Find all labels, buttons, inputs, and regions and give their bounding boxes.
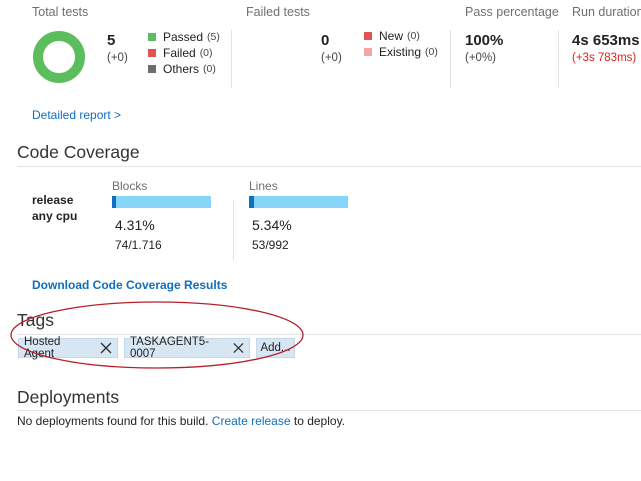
total-tests-legend: Passed (5) Failed (0) Others (0) bbox=[148, 29, 220, 77]
legend-new: New (0) bbox=[364, 28, 438, 44]
total-tests-donut bbox=[33, 31, 85, 83]
divider bbox=[558, 30, 559, 88]
highlight-ellipse bbox=[10, 301, 304, 369]
run-duration-value: 4s 653ms bbox=[572, 32, 640, 49]
code-coverage-title: Code Coverage bbox=[17, 142, 140, 162]
legend-others: Others (0) bbox=[148, 61, 220, 77]
blocks-percent: 4.31% bbox=[115, 217, 155, 233]
coverage-config-build: release bbox=[32, 193, 74, 207]
passed-swatch bbox=[148, 33, 156, 41]
failed-tests-delta: (+0) bbox=[321, 52, 342, 64]
blocks-ratio: 74/1.716 bbox=[115, 238, 162, 252]
passed-label: Passed bbox=[163, 30, 204, 44]
divider bbox=[450, 30, 451, 88]
coverage-config-platform: any cpu bbox=[32, 209, 78, 223]
legend-existing: Existing (0) bbox=[364, 44, 438, 60]
pass-percentage-label: Pass percentage bbox=[465, 5, 559, 19]
existing-label: Existing bbox=[379, 45, 422, 59]
deployments-message-suffix: to deploy. bbox=[293, 414, 346, 428]
failed-tests-label: Failed tests bbox=[246, 5, 310, 19]
failed-count: (0) bbox=[199, 47, 213, 59]
failed-tests-count: 0 bbox=[321, 32, 330, 49]
others-swatch bbox=[148, 65, 156, 73]
failed-swatch bbox=[148, 49, 156, 57]
detailed-report-link[interactable]: Detailed report > bbox=[32, 108, 121, 122]
existing-swatch bbox=[364, 48, 372, 56]
lines-coverage-fill bbox=[249, 196, 255, 208]
existing-count: (0) bbox=[425, 46, 438, 58]
lines-label: Lines bbox=[249, 179, 278, 193]
lines-ratio: 53/992 bbox=[252, 238, 289, 252]
deployments-message: No deployments found for this build. Cre… bbox=[17, 414, 345, 428]
new-label: New bbox=[379, 29, 404, 43]
blocks-coverage-fill bbox=[112, 196, 117, 208]
passed-count: (5) bbox=[207, 31, 220, 43]
pass-percentage-delta: (+0%) bbox=[465, 52, 496, 64]
deployments-title: Deployments bbox=[17, 387, 120, 407]
total-tests-delta: (+0) bbox=[107, 52, 128, 64]
legend-passed: Passed (5) bbox=[148, 29, 220, 45]
divider bbox=[233, 200, 234, 260]
new-count: (0) bbox=[407, 30, 420, 42]
run-duration-delta: (+3s 783ms) bbox=[572, 52, 637, 64]
total-tests-count: 5 bbox=[107, 32, 116, 49]
others-count: (0) bbox=[203, 63, 216, 75]
divider bbox=[17, 166, 641, 167]
failed-label: Failed bbox=[163, 46, 196, 60]
lines-percent: 5.34% bbox=[252, 217, 292, 233]
others-label: Others bbox=[163, 62, 200, 76]
deployments-message-prefix: No deployments found for this build. bbox=[17, 414, 209, 428]
failed-tests-legend: New (0) Existing (0) bbox=[364, 28, 438, 60]
total-tests-label: Total tests bbox=[32, 5, 89, 19]
divider bbox=[231, 30, 232, 88]
pass-percentage-value: 100% bbox=[465, 32, 504, 49]
lines-coverage-bar bbox=[249, 196, 348, 208]
new-swatch bbox=[364, 32, 372, 40]
run-duration-label: Run duration bbox=[572, 5, 641, 19]
divider bbox=[17, 410, 641, 411]
blocks-label: Blocks bbox=[112, 179, 148, 193]
legend-failed: Failed (0) bbox=[148, 45, 220, 61]
create-release-link[interactable]: Create release bbox=[212, 414, 291, 428]
blocks-coverage-bar bbox=[112, 196, 211, 208]
